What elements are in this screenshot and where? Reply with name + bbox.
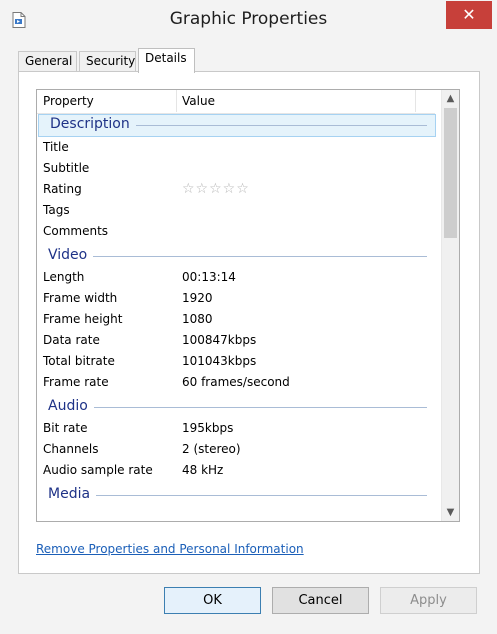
property-row[interactable]: Length 00:13:14 <box>37 267 435 288</box>
property-name: Frame width <box>43 291 118 305</box>
property-row[interactable]: Subtitle <box>37 158 435 179</box>
property-value[interactable]: 2 (stereo) <box>182 439 241 460</box>
property-rows: Description Title Subtitle Rating ☆☆☆☆☆ … <box>37 114 436 506</box>
group-header-video[interactable]: Video <box>37 246 435 267</box>
group-title: Media <box>48 486 97 502</box>
property-row[interactable]: Channels 2 (stereo) <box>37 439 435 460</box>
column-divider[interactable] <box>415 90 416 112</box>
property-name: Frame height <box>43 312 123 326</box>
property-name: Length <box>43 270 85 284</box>
property-name: Frame rate <box>43 375 109 389</box>
group-header-description[interactable]: Description <box>38 114 436 137</box>
close-button[interactable]: ✕ <box>446 1 492 29</box>
property-name: Bit rate <box>43 421 88 435</box>
property-name: Audio sample rate <box>43 463 153 477</box>
scroll-up-arrow-icon[interactable]: ▲ <box>442 90 459 107</box>
apply-button[interactable]: Apply <box>380 587 477 614</box>
tab-general[interactable]: General <box>18 51 77 71</box>
properties-list[interactable]: Property Value Description Title Subtitl… <box>36 89 460 522</box>
window-title: Graphic Properties <box>169 9 328 29</box>
property-row[interactable]: Title <box>37 137 435 158</box>
scroll-down-arrow-icon[interactable]: ▼ <box>442 504 459 521</box>
group-header-audio[interactable]: Audio <box>37 397 435 418</box>
property-row[interactable]: Comments <box>37 221 435 242</box>
property-name: Title <box>43 140 69 154</box>
tab-security[interactable]: Security <box>79 51 136 71</box>
property-row[interactable]: Rating ☆☆☆☆☆ <box>37 179 435 200</box>
group-divider <box>48 256 427 257</box>
property-row[interactable]: Frame width 1920 <box>37 288 435 309</box>
property-name: Tags <box>43 203 70 217</box>
property-name: Data rate <box>43 333 100 347</box>
group-header-media[interactable]: Media <box>37 485 435 506</box>
property-value[interactable]: 100847kbps <box>182 330 256 351</box>
property-name: Total bitrate <box>43 354 115 368</box>
column-header: Property Value <box>37 90 435 114</box>
group-title: Description <box>50 116 136 132</box>
tab-details[interactable]: Details <box>138 48 195 73</box>
column-property[interactable]: Property <box>43 94 94 108</box>
property-row[interactable]: Audio sample rate 48 kHz <box>37 460 435 481</box>
property-name: Subtitle <box>43 161 90 175</box>
rating-stars[interactable]: ☆☆☆☆☆ <box>182 179 250 200</box>
title-bar: Graphic Properties ✕ <box>0 0 497 40</box>
property-name: Comments <box>43 224 109 238</box>
scrollbar-thumb[interactable] <box>444 108 457 238</box>
property-row[interactable]: Frame height 1080 <box>37 309 435 330</box>
group-title: Audio <box>48 398 94 414</box>
column-divider[interactable] <box>176 90 177 112</box>
property-value[interactable]: 60 frames/second <box>182 372 290 393</box>
cancel-button[interactable]: Cancel <box>272 587 369 614</box>
group-title: Video <box>48 247 94 263</box>
group-divider <box>48 407 427 408</box>
property-row[interactable]: Bit rate 195kbps <box>37 418 435 439</box>
property-value[interactable]: 1080 <box>182 309 213 330</box>
property-value[interactable]: 48 kHz <box>182 460 223 481</box>
property-value[interactable]: 00:13:14 <box>182 267 236 288</box>
property-name: Rating <box>43 182 82 196</box>
ok-button[interactable]: OK <box>164 587 261 614</box>
vertical-scrollbar[interactable]: ▲ ▼ <box>441 90 459 521</box>
column-value[interactable]: Value <box>182 94 215 108</box>
property-row[interactable]: Data rate 100847kbps <box>37 330 435 351</box>
property-row[interactable]: Tags <box>37 200 435 221</box>
group-divider <box>48 495 427 496</box>
property-value[interactable]: 195kbps <box>182 418 233 439</box>
property-row[interactable]: Total bitrate 101043kbps <box>37 351 435 372</box>
property-row[interactable]: Frame rate 60 frames/second <box>37 372 435 393</box>
property-name: Channels <box>43 442 99 456</box>
property-value[interactable]: 1920 <box>182 288 213 309</box>
property-value[interactable]: 101043kbps <box>182 351 256 372</box>
remove-properties-link[interactable]: Remove Properties and Personal Informati… <box>36 542 304 556</box>
details-panel: Property Value Description Title Subtitl… <box>18 71 480 574</box>
